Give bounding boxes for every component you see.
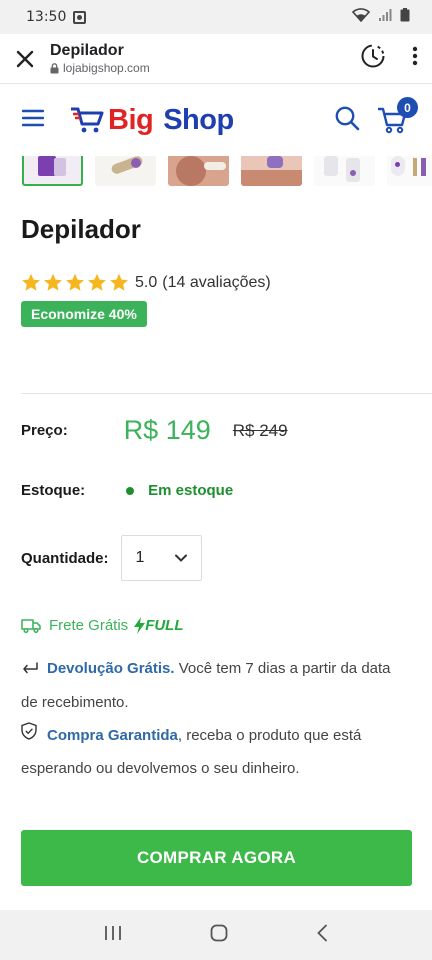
history-icon[interactable] [360, 43, 386, 74]
browser-toolbar: Depilador lojabigshop.com [0, 34, 432, 84]
star-icon [44, 273, 62, 291]
back-icon[interactable] [316, 924, 328, 947]
product-title: Depilador [21, 214, 141, 244]
chevron-down-icon [174, 554, 187, 562]
discount-badge: Economize 40% [21, 301, 147, 327]
cart-button[interactable]: 0 [376, 97, 418, 137]
stock-status-dot [126, 486, 135, 495]
signal-icon [378, 8, 392, 26]
status-time: 13:50 [26, 9, 67, 25]
wifi-icon [351, 8, 371, 26]
notification-icon [73, 10, 87, 24]
price-label: Preço: [21, 422, 68, 439]
home-icon[interactable] [210, 924, 228, 947]
status-bar: 13:50 [0, 0, 432, 34]
shipping-info: Frete Grátis FULL [21, 617, 411, 634]
price-row: Preço: R$ 149 R$ 249 [21, 415, 411, 446]
product-thumbnails [0, 156, 432, 188]
logo-shop-text: Shop [163, 103, 234, 136]
lock-icon [50, 62, 59, 73]
quantity-row: Quantidade: 1 [21, 535, 411, 581]
return-policy: Devolução Grátis. Você tem 7 dias a part… [21, 652, 411, 719]
stock-status: Em estoque [148, 482, 234, 499]
buy-now-button[interactable]: COMPRAR AGORA [21, 830, 412, 886]
shield-check-icon [21, 719, 39, 752]
site-logo[interactable]: Big Shop [70, 104, 234, 137]
browser-page-title: Depilador [50, 42, 124, 59]
product-rating[interactable]: 5.0 (14 avaliações) [21, 273, 411, 292]
menu-icon[interactable] [21, 109, 45, 132]
thumbnail-5[interactable] [314, 156, 375, 186]
system-nav-bar [0, 910, 432, 960]
return-arrow-icon [21, 653, 39, 686]
lightning-icon [134, 617, 146, 634]
more-options-icon[interactable] [412, 46, 418, 71]
truck-icon [21, 619, 41, 633]
site-header: Big Shop 0 [0, 84, 432, 156]
rating-count: (14 avaliações) [162, 273, 271, 291]
cart-logo-icon [71, 107, 104, 133]
thumbnail-4[interactable] [241, 156, 302, 186]
rating-stars [21, 273, 129, 292]
section-divider [21, 393, 432, 394]
shipping-text: Frete Grátis [49, 617, 129, 634]
current-price: R$ 149 [123, 415, 211, 445]
star-icon [22, 273, 40, 291]
logo-big-text: Big [108, 103, 154, 136]
star-icon [66, 273, 84, 291]
guarantee-highlight[interactable]: Compra Garantida [47, 727, 178, 744]
search-icon[interactable] [334, 105, 360, 136]
stock-row: Estoque: Em estoque [21, 482, 411, 499]
browser-url: lojabigshop.com [50, 61, 150, 75]
quantity-label: Quantidade: [21, 549, 109, 567]
close-icon[interactable] [14, 48, 36, 70]
guarantee-policy: Compra Garantida, receba o produto que e… [21, 719, 411, 786]
quantity-select[interactable]: 1 [120, 535, 202, 581]
browser-url-text: lojabigshop.com [63, 61, 150, 75]
thumbnail-6[interactable] [387, 156, 432, 186]
return-highlight[interactable]: Devolução Grátis. [47, 660, 175, 677]
thumbnail-2[interactable] [95, 156, 156, 186]
star-icon [88, 273, 106, 291]
recent-apps-icon[interactable] [104, 925, 122, 946]
stock-label: Estoque: [21, 482, 86, 499]
battery-icon [400, 8, 410, 26]
quantity-value: 1 [135, 549, 145, 566]
thumbnail-3[interactable] [168, 156, 229, 186]
star-icon [110, 273, 128, 291]
old-price: R$ 249 [232, 420, 288, 440]
cart-count-badge: 0 [397, 97, 418, 118]
browser-title-block: Depilador lojabigshop.com [50, 42, 150, 75]
thumbnail-1[interactable] [22, 156, 83, 186]
rating-value: 5.0 [135, 273, 158, 291]
full-badge-text: FULL [145, 617, 184, 634]
full-badge: FULL [134, 617, 184, 634]
